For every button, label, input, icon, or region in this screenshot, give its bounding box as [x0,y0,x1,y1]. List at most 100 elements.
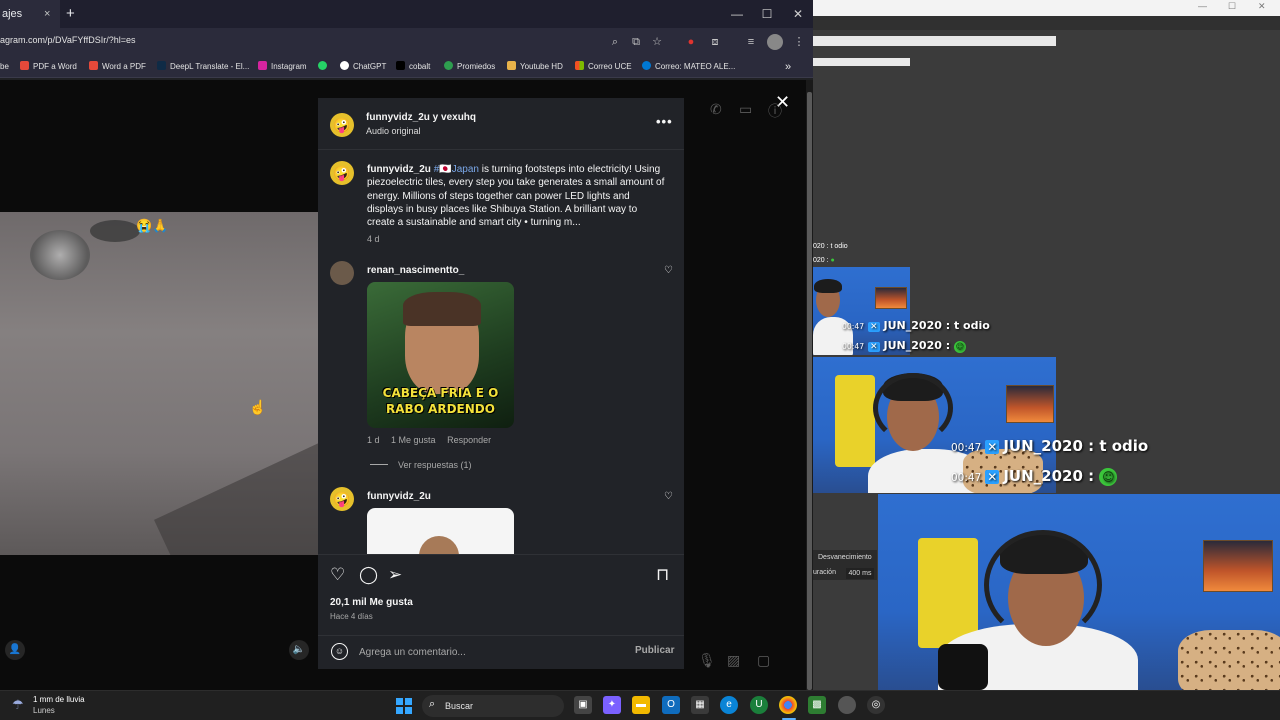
comment-likes[interactable]: 1 Me gusta [391,435,436,445]
weather-text[interactable]: 1 mm de lluvia [33,695,85,704]
duration-field[interactable]: 400 ms [846,568,874,579]
edge-icon[interactable]: e [720,696,738,714]
like-icon[interactable]: ♡ [330,565,345,585]
likes-count[interactable]: 20,1 mil Me gusta [330,597,413,608]
view-replies[interactable]: Ver respuestas (1) [370,460,472,470]
avatar[interactable] [330,261,354,285]
transition-label[interactable]: Desvanecimiento [818,554,872,561]
video-emoji-overlay: 😭🙏 [136,218,169,233]
profile-app-icon[interactable] [838,696,856,714]
bookmark-item[interactable]: be [0,60,9,74]
more-options-button[interactable]: ••• [656,114,673,129]
avatar[interactable]: 🤪 [330,113,354,137]
file-explorer-icon[interactable]: ▬ [632,696,650,714]
bookmarks-overflow-icon[interactable]: » [785,60,791,74]
url-field[interactable]: agram.com/p/DVaFYffDSIr/?hl=es [0,35,135,45]
extension-record-icon[interactable]: ● [683,34,699,50]
bookmark-star-icon[interactable]: ☆ [649,34,665,50]
bookmark-item[interactable]: Word a PDF [89,60,146,74]
maximize-button[interactable]: ☐ [752,0,782,28]
close-icon[interactable]: ✕ [1258,1,1266,12]
post-author[interactable]: funnyvidz_2u y vexuhq [366,112,476,123]
save-icon[interactable]: ⊓ [656,565,669,585]
video-call-icon: ▭ [739,101,753,117]
bookmark-item[interactable] [318,60,331,74]
chrome-icon[interactable] [779,696,797,714]
post-date: Hace 4 días [330,612,373,621]
hashtag-link[interactable]: #🇯🇵Japan [434,164,479,175]
bookmark-item[interactable]: Instagram [258,60,307,74]
share-icon[interactable]: ➢ [388,565,402,585]
obs-icon[interactable]: ◎ [867,696,885,714]
search-icon: ⌕ [429,698,436,710]
tab-close-icon[interactable]: × [44,0,50,28]
comment-gif [367,508,514,554]
publish-button[interactable]: Publicar [635,645,674,656]
close-window-button[interactable]: ✕ [783,0,813,28]
gif-face [419,536,459,554]
video-object [30,230,90,280]
comment-icon[interactable]: ◯ [359,565,378,585]
wall-painting [1203,540,1273,592]
start-button[interactable] [396,698,412,714]
comment-user[interactable]: renan_nascimentto_ [367,265,464,276]
store-icon[interactable]: ▦ [691,696,709,714]
minimize-icon[interactable]: — [1198,1,1207,11]
install-app-icon[interactable]: ⧉ [628,34,644,50]
maximize-icon[interactable]: ☐ [1228,1,1236,12]
comment-gif: CABEÇA FRIA E O RABO ARDENDO [367,282,514,428]
bookmark-item[interactable]: cobalt [396,60,430,74]
mute-icon[interactable]: 🔈 [289,640,309,660]
bookmark-item[interactable]: Promiedos [444,60,495,74]
menu-icon[interactable]: ⋮ [791,34,807,50]
copilot-icon[interactable]: ✦ [603,696,621,714]
page-scroll-thumb[interactable] [807,92,812,690]
youtube-hd-icon [507,61,516,70]
weather-day[interactable]: Lunes [33,706,55,715]
new-tab-button[interactable]: + [66,0,75,28]
avatar[interactable]: 🤪 [330,487,354,511]
emoji-icon[interactable]: ☺ [331,643,348,660]
taskbar-search[interactable]: ⌕ Buscar [422,695,564,717]
tagged-users-icon[interactable]: 👤 [5,640,25,660]
weather-rain-icon[interactable]: ☂ [12,697,24,713]
task-view-icon[interactable]: ▣ [574,696,592,714]
bookmark-item[interactable]: ChatGPT [340,60,386,74]
info-icon: ⓘ [768,103,782,119]
comment-meta: 1 d 1 Me gusta Responder [367,435,500,445]
like-comment-icon[interactable]: ♡ [664,491,673,502]
bookmark-item[interactable]: PDF a Word [20,60,77,74]
headset [873,373,953,443]
avatar[interactable]: 🤪 [330,161,354,185]
taskbar: ☂ 1 mm de lluvia Lunes ⌕ Buscar ▣ ✦ ▬ O … [0,690,1280,720]
minecraft-icon[interactable]: ▩ [808,696,826,714]
like-comment-icon[interactable]: ♡ [664,265,673,276]
transition-panel: Desvanecimiento uración 400 ms [813,550,877,580]
chat-overlay-line: 00:47 ✕ JUN_2020 : t odio [842,319,990,332]
caption-user[interactable]: funnyvidz_2u [367,164,431,175]
video-shadow [154,435,318,555]
profile-avatar[interactable] [767,34,783,50]
app-icon[interactable]: U [750,696,768,714]
minimize-button[interactable]: — [722,0,752,28]
post-caption: funnyvidz_2u #🇯🇵Japan is turning footste… [367,163,667,229]
audio-label[interactable]: Audio original [366,126,421,136]
microsoft-icon [575,61,584,70]
hair [814,279,842,293]
bookmark-item[interactable]: Youtube HD [507,60,563,74]
bookmark-item[interactable]: DeepL Translate - El... [157,60,249,74]
background-desktop: — ☐ ✕ 020 : t odio 020 : ● 00:47 ✕ JUN_202… [813,0,1280,690]
bookmark-item[interactable]: Correo: MATEO ALE... [642,60,735,74]
reply-button[interactable]: Responder [447,435,491,445]
comment-input[interactable] [359,644,589,660]
tab-instagram[interactable]: ajes × [0,0,60,28]
zoom-icon[interactable]: ⌕ [607,34,623,50]
cushion [1178,630,1280,690]
outlook-icon[interactable]: O [662,696,680,714]
bookmark-item[interactable]: Correo UCE [575,60,632,74]
reel-video[interactable] [0,212,318,555]
comment-user[interactable]: funnyvidz_2u [367,491,431,502]
media-controls-icon[interactable]: ≡ [743,34,759,50]
secondary-window-titlebar: — ☐ ✕ [813,0,1280,16]
extensions-icon[interactable]: ⧈ [707,34,723,50]
